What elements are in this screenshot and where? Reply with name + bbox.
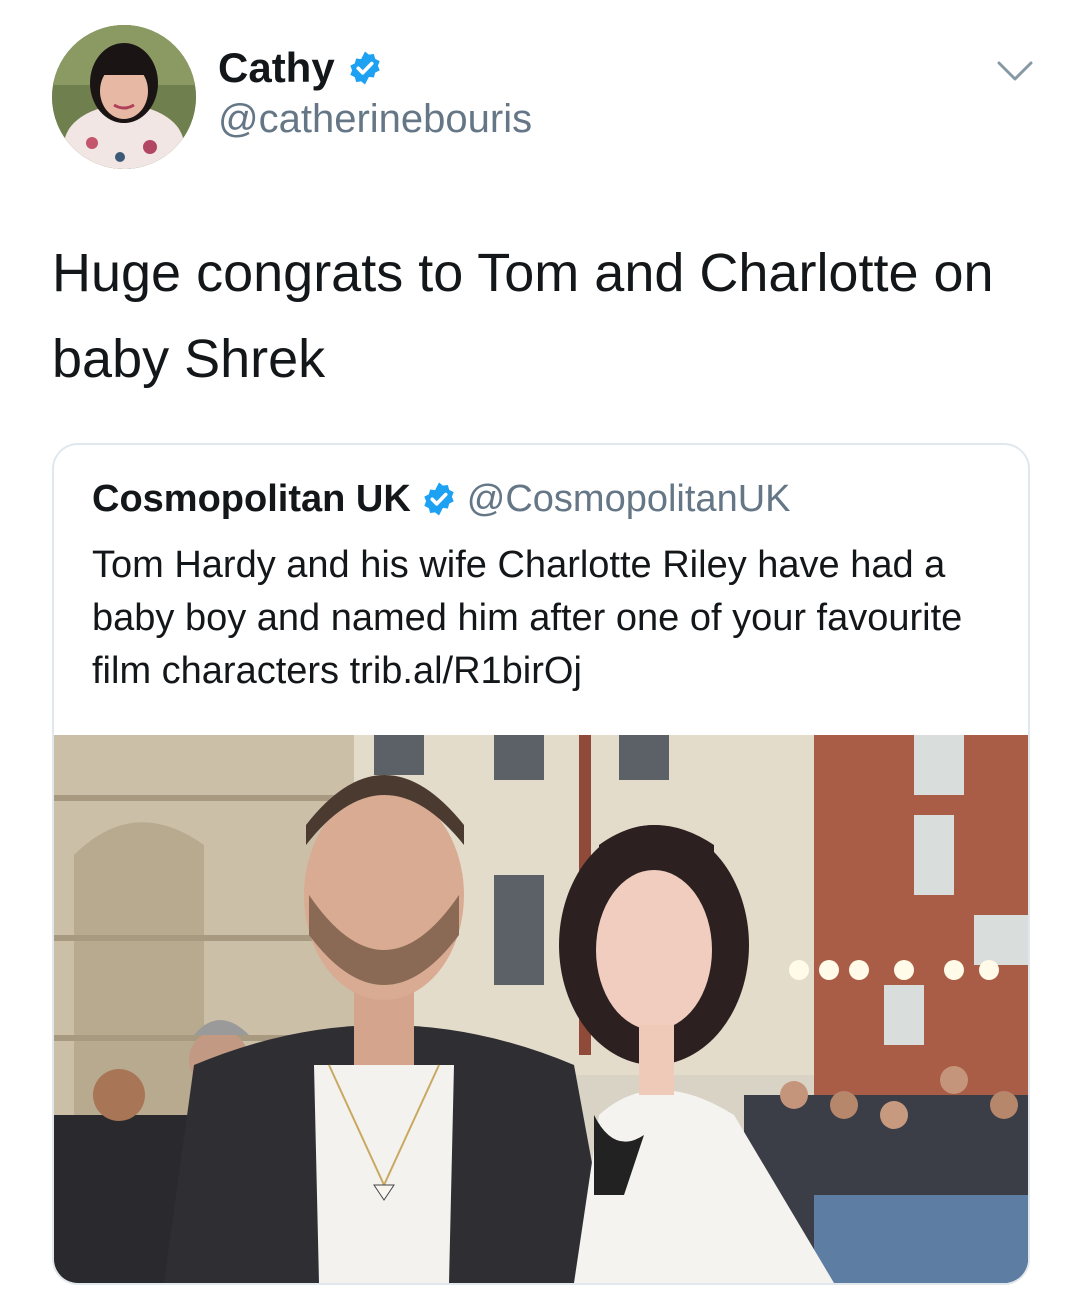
user-display-name[interactable]: Cathy xyxy=(218,40,335,96)
avatar-image xyxy=(52,25,196,169)
user-display-name-row[interactable]: Cathy xyxy=(218,40,383,96)
quoted-tweet-text: Tom Hardy and his wife Charlotte Riley h… xyxy=(92,544,963,692)
avatar[interactable] xyxy=(52,25,196,169)
quoted-tweet-photo[interactable] xyxy=(54,735,1028,1283)
tweet-text: Huge congrats to Tom and Charlotte on ba… xyxy=(52,243,994,389)
quoted-tweet-header: Cosmopolitan UK @CosmopolitanUK xyxy=(92,475,791,523)
verified-badge-icon xyxy=(350,51,380,85)
user-handle[interactable]: @catherinebouris xyxy=(218,92,532,146)
quoted-handle[interactable]: @CosmopolitanUK xyxy=(467,475,791,523)
quoted-tweet-card[interactable]: Cosmopolitan UK @CosmopolitanUK Tom Hard… xyxy=(52,443,1030,1285)
quoted-display-name[interactable]: Cosmopolitan UK xyxy=(92,475,411,523)
verified-badge-icon xyxy=(424,482,454,516)
chevron-down-icon[interactable] xyxy=(996,58,1034,84)
